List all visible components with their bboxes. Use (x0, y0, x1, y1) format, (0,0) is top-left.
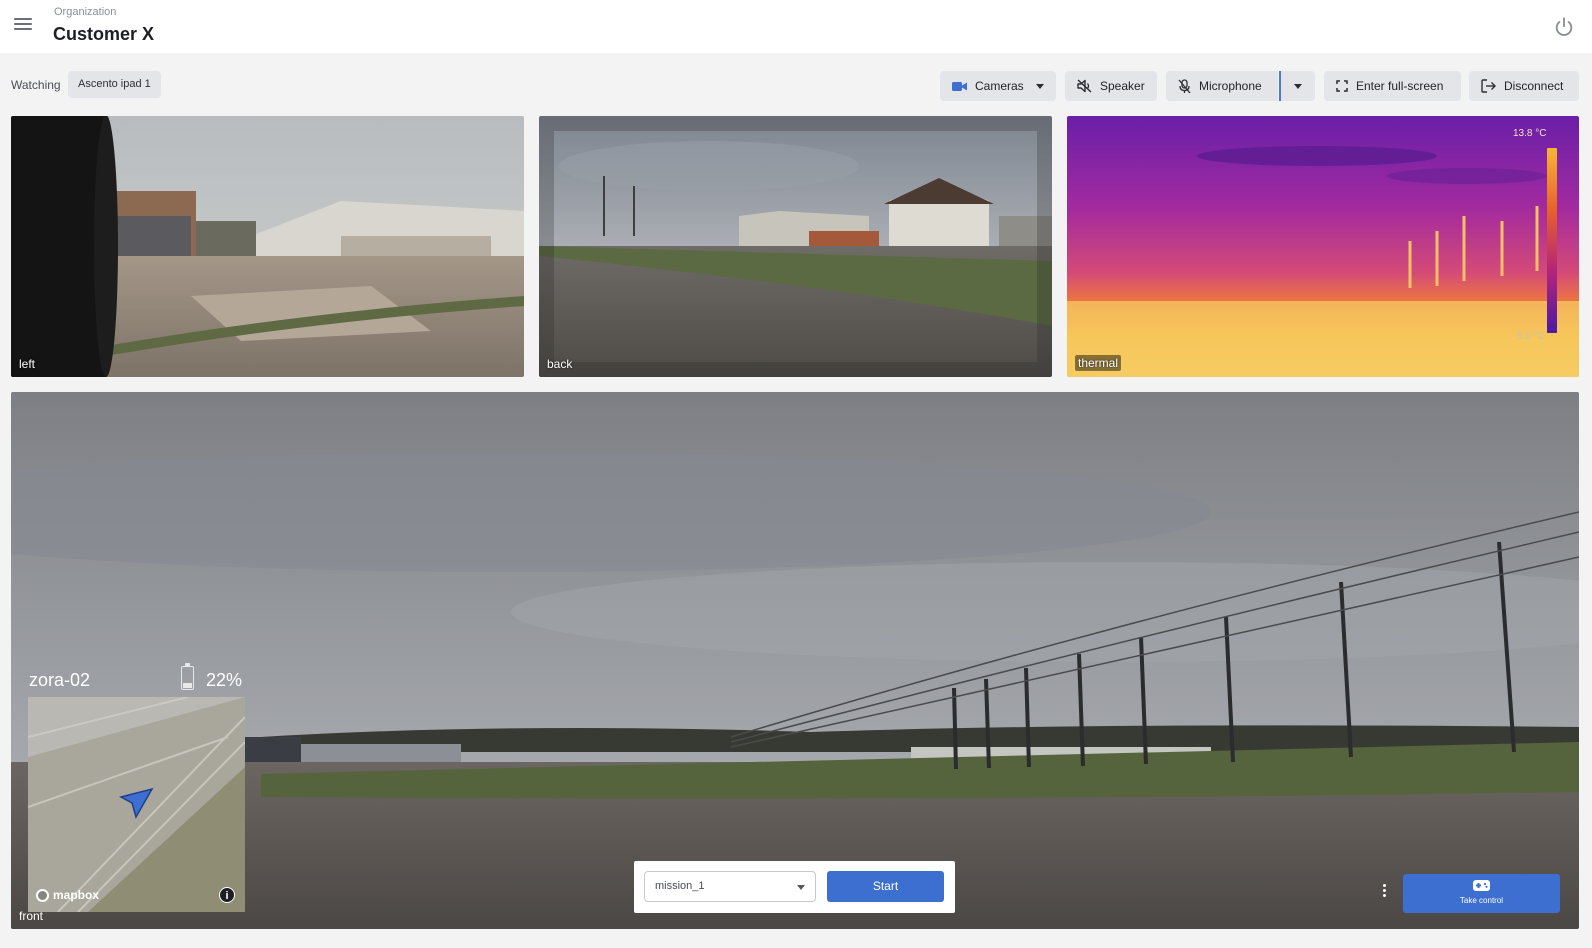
camera-label-thermal: thermal (1075, 355, 1122, 371)
organization-label: Organization (54, 6, 117, 18)
thermal-min-temp: 5.0 °C (1517, 331, 1545, 342)
power-icon[interactable] (1553, 16, 1575, 38)
minimap[interactable]: mapbox i (28, 697, 245, 912)
more-vertical-icon[interactable] (1380, 884, 1388, 900)
battery-percentage: 22% (206, 670, 243, 690)
disconnect-button-label: Disconnect (1504, 79, 1564, 93)
fullscreen-button-label: Enter full-screen (1356, 79, 1444, 93)
cameras-button[interactable]: Cameras (940, 71, 1056, 101)
mapbox-logo: mapbox (36, 888, 99, 902)
organization-name[interactable]: Customer X (53, 24, 154, 45)
watching-label: Watching (11, 78, 61, 92)
thermal-color-scale (1547, 148, 1557, 333)
cameras-button-label: Cameras (975, 79, 1024, 93)
microphone-muted-icon (1178, 78, 1191, 94)
watching-device-chip: Ascento ipad 1 (68, 71, 161, 98)
camera-feed-front[interactable] (11, 392, 1579, 929)
speaker-button-label: Speaker (1100, 79, 1145, 93)
camera-label-left: left (19, 357, 36, 371)
mapbox-attribution: mapbox (53, 888, 100, 902)
camera-feed-left[interactable]: left (11, 116, 524, 377)
speaker-muted-icon (1077, 79, 1092, 93)
camera-feed-back[interactable]: back (539, 116, 1052, 377)
fullscreen-icon (1336, 80, 1348, 92)
microphone-button-label: Microphone (1199, 79, 1262, 93)
mapbox-icon (36, 888, 49, 902)
logout-icon (1481, 79, 1496, 93)
microphone-options-button[interactable] (1279, 71, 1315, 101)
start-mission-button[interactable]: Start (827, 871, 944, 902)
camera-label-back: back (547, 357, 573, 371)
disconnect-button[interactable]: Disconnect (1469, 71, 1579, 101)
take-control-button[interactable]: Take control (1403, 874, 1560, 913)
video-camera-icon (952, 81, 967, 92)
speaker-button[interactable]: Speaker (1065, 71, 1157, 101)
battery-icon (181, 663, 194, 690)
chevron-down-icon (1035, 83, 1044, 89)
hamburger-menu-icon[interactable] (14, 18, 32, 34)
microphone-button[interactable]: Microphone (1166, 71, 1278, 101)
thermal-max-temp: 13.8 °C (1513, 128, 1547, 139)
fullscreen-button[interactable]: Enter full-screen (1324, 71, 1461, 101)
mission-select[interactable]: mission_1 (644, 871, 816, 902)
mission-select-value: mission_1 (655, 880, 705, 892)
take-control-label: Take control (1459, 896, 1504, 905)
robot-name: zora-02 (29, 670, 91, 690)
mission-panel: mission_1 Start (634, 861, 955, 913)
chevron-down-icon (1294, 83, 1302, 89)
app-header: Organization Customer X (0, 0, 1592, 53)
camera-label-front: front (19, 909, 44, 923)
info-icon[interactable]: i (219, 887, 235, 903)
gamepad-icon (1473, 880, 1490, 891)
camera-feed-thermal[interactable]: 13.8 °C 5.0 °C thermal (1067, 116, 1579, 377)
chevron-down-icon (797, 885, 805, 890)
